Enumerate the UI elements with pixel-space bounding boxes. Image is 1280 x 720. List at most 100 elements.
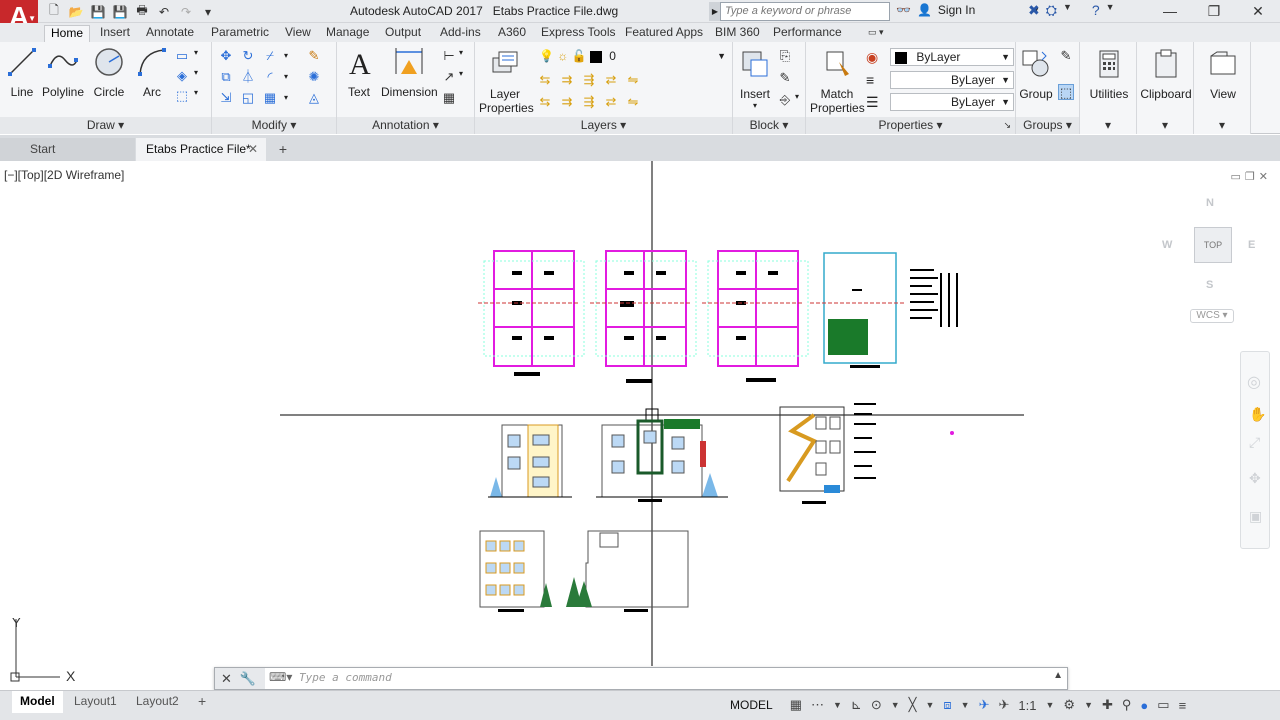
save-as-icon[interactable]: 💾	[110, 3, 130, 20]
clipboard-expander[interactable]: ▾	[1137, 117, 1193, 134]
steering-wheel-icon[interactable]: ◎	[1247, 372, 1261, 392]
insert-button[interactable]: Insert ▾	[737, 48, 773, 110]
isodraft-icon[interactable]: ╳	[909, 697, 917, 713]
panel-title-properties[interactable]: Properties ▾ ↘	[806, 117, 1015, 134]
hatch-icon[interactable]: ◈	[174, 68, 190, 84]
minimize-icon[interactable]: —	[1148, 0, 1192, 22]
stretch-icon[interactable]: ⇲	[218, 90, 234, 106]
group-select-icon[interactable]: ⬚	[1058, 84, 1074, 100]
tab-output[interactable]: Output	[379, 25, 427, 42]
leader-icon[interactable]: ↗	[441, 69, 457, 85]
panel-title-groups[interactable]: Groups ▾	[1016, 117, 1079, 134]
signin-label[interactable]: Sign In	[938, 3, 975, 17]
offset-icon[interactable]: ◬	[306, 90, 322, 106]
redo-icon[interactable]: ↷	[176, 3, 196, 20]
copy-icon[interactable]: ⧉	[218, 69, 234, 85]
chevron-down-icon[interactable]: ▼	[961, 700, 970, 710]
layer-lock-icon[interactable]: ⇄	[603, 72, 619, 88]
array-icon[interactable]: ▦	[262, 90, 278, 106]
panel-title-annotation[interactable]: Annotation ▾	[337, 117, 474, 134]
panel-title-draw[interactable]: Draw ▾	[0, 117, 211, 134]
tab-parametric[interactable]: Parametric	[205, 25, 275, 42]
tab-a360[interactable]: A360	[492, 25, 532, 42]
edit-block-icon[interactable]: ✎	[777, 70, 793, 86]
line-button[interactable]: Line	[6, 46, 38, 99]
command-input[interactable]: Type a command	[299, 671, 392, 684]
polar-icon[interactable]: ⊙	[871, 697, 882, 713]
ortho-icon[interactable]: ⊾	[851, 697, 862, 713]
zoom-extents-icon[interactable]: ⤢	[1249, 434, 1260, 451]
close-icon[interactable]: ✕	[221, 671, 232, 687]
mirror-icon[interactable]: ⏃	[240, 69, 256, 85]
chevron-down-icon[interactable]: ▼	[925, 700, 934, 710]
create-block-icon[interactable]: ⎘	[777, 48, 793, 64]
customize-icon[interactable]: 🔧	[240, 671, 256, 687]
drawing-area[interactable]: [−][Top][2D Wireframe] ▭ ❐ ✕ N W TOP E S…	[0, 161, 1280, 690]
dimension-button[interactable]: Dimension	[381, 46, 438, 99]
model-space-button[interactable]: MODEL	[730, 698, 773, 712]
viewcube-top-face[interactable]: TOP	[1194, 227, 1232, 263]
annotation-visibility-icon[interactable]: ✈	[979, 697, 990, 713]
chevron-down-icon[interactable]: ▼	[1045, 700, 1054, 710]
orbit-icon[interactable]: ✥	[1249, 470, 1261, 487]
add-layout-button[interactable]: +	[190, 691, 214, 713]
tab-model[interactable]: Model	[12, 691, 63, 713]
viewcube-west[interactable]: W	[1162, 239, 1172, 251]
customize-qat-icon[interactable]: ▾	[198, 3, 218, 20]
exchange-icon[interactable]: ✖	[1028, 2, 1040, 19]
undo-icon[interactable]: ↶	[154, 3, 174, 20]
annotation-scale[interactable]: 1:1	[1018, 698, 1036, 713]
open-icon[interactable]: 📂	[66, 3, 86, 20]
osnap-icon[interactable]: ⧈	[943, 697, 951, 713]
layer-thaw-icon[interactable]: ⇶	[581, 94, 597, 110]
tab-manage[interactable]: Manage	[320, 25, 375, 42]
tab-bim360[interactable]: BIM 360	[709, 25, 766, 42]
tab-layout2[interactable]: Layout2	[128, 691, 187, 713]
binoculars-icon[interactable]: 👓	[896, 3, 911, 17]
signin-area[interactable]: 👓 👤 Sign In ▼	[896, 3, 1040, 17]
showmotion-icon[interactable]: ▣	[1249, 508, 1262, 525]
annotation-monitor-icon[interactable]: ✚	[1102, 697, 1113, 713]
grid-icon[interactable]: ▦	[790, 697, 802, 713]
erase-icon[interactable]: ✎	[306, 48, 322, 64]
panel-title-block[interactable]: Block ▾	[733, 117, 805, 134]
layer-properties-button[interactable]: Layer Properties	[479, 48, 534, 115]
viewcube-south[interactable]: S	[1206, 279, 1213, 291]
tab-annotate[interactable]: Annotate	[140, 25, 200, 42]
close-icon[interactable]: ✕	[1236, 0, 1280, 22]
clipboard-button[interactable]: Clipboard	[1139, 48, 1193, 101]
rotate-icon[interactable]: ↻	[240, 48, 256, 64]
snap-icon[interactable]: ⋯	[811, 697, 824, 713]
circle-button[interactable]: Circle	[92, 46, 126, 99]
view-expander[interactable]: ▾	[1194, 117, 1250, 134]
color-dropdown[interactable]: ByLayer ▼	[890, 48, 1014, 66]
table-icon[interactable]: ▦	[441, 90, 457, 106]
chevron-down-icon[interactable]: ▼	[1084, 700, 1093, 710]
layer-unlock-icon[interactable]: ⇄	[603, 94, 619, 110]
isolate-objects-icon[interactable]: ⚲	[1122, 697, 1132, 713]
save-icon[interactable]: 💾	[88, 3, 108, 20]
chevron-up-icon[interactable]: ▲	[1053, 670, 1063, 681]
tab-layout1[interactable]: Layout1	[66, 691, 125, 713]
ribbon-minimize-icon[interactable]: ▭ ▾	[862, 25, 890, 42]
chevron-down-icon[interactable]: ▼	[833, 700, 842, 710]
tab-view[interactable]: View	[279, 25, 317, 42]
tab-add-ins[interactable]: Add-ins	[434, 25, 487, 42]
layer-off-icon[interactable]: ⇆	[537, 72, 553, 88]
panel-title-modify[interactable]: Modify ▾	[212, 117, 336, 134]
workspace-gear-icon[interactable]: ⚙	[1063, 697, 1075, 713]
layer-copy-icon[interactable]: ⇋	[625, 94, 641, 110]
layer-isolate-icon[interactable]: ⇉	[559, 72, 575, 88]
group-button[interactable]: Group	[1018, 48, 1054, 101]
viewcube-east[interactable]: E	[1248, 239, 1255, 251]
boundary-icon[interactable]: ⬚	[174, 88, 190, 104]
layer-freeze-icon[interactable]: ⇶	[581, 72, 597, 88]
close-icon[interactable]: ✕	[248, 138, 258, 160]
utilities-button[interactable]: Utilities	[1084, 48, 1134, 101]
ungroup-icon[interactable]: ✎	[1058, 48, 1074, 64]
tab-drawing-file[interactable]: Etabs Practice File* ✕	[136, 138, 266, 161]
new-icon[interactable]: 🗋	[44, 3, 64, 20]
scale-icon[interactable]: ◱	[240, 90, 256, 106]
rectangle-icon[interactable]: ▭	[174, 48, 190, 64]
arc-button[interactable]: Arc	[136, 46, 168, 99]
